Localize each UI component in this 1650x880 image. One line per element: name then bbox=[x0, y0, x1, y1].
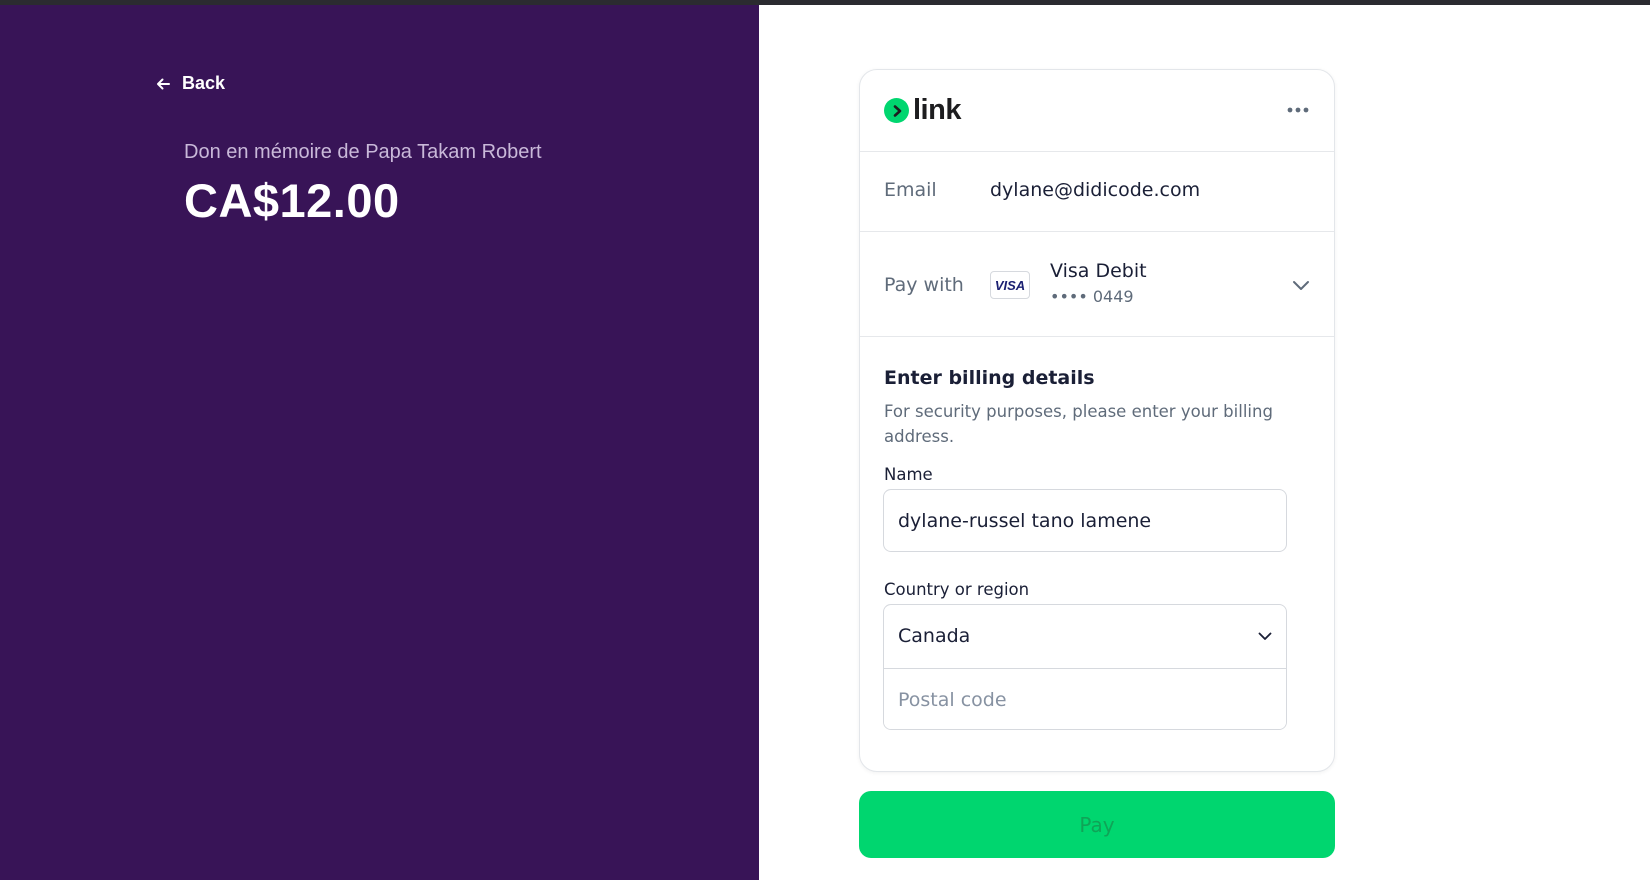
name-input[interactable] bbox=[883, 489, 1287, 552]
card-last4: •••• 0449 bbox=[1050, 287, 1134, 306]
country-label: Country or region bbox=[884, 580, 1030, 599]
pay-button[interactable]: Pay bbox=[859, 791, 1335, 858]
name-label: Name bbox=[884, 465, 933, 484]
pay-with-label: Pay with bbox=[884, 274, 964, 296]
donation-title: Don en mémoire de Papa Takam Robert bbox=[184, 141, 542, 163]
link-chevron-icon bbox=[884, 98, 909, 123]
link-card-header: link bbox=[860, 70, 1334, 152]
ellipsis-icon bbox=[1287, 107, 1309, 113]
billing-title: Enter billing details bbox=[884, 367, 1095, 389]
link-logo: link bbox=[884, 96, 961, 125]
link-logo-text: link bbox=[913, 94, 961, 126]
chevron-down-icon bbox=[1293, 281, 1309, 290]
postal-code-input[interactable] bbox=[884, 669, 1286, 729]
card-brand: Visa Debit bbox=[1050, 260, 1147, 282]
email-row: Email dylane@didicode.com bbox=[860, 152, 1334, 232]
back-button[interactable]: Back bbox=[154, 73, 225, 94]
billing-description: For security purposes, please enter your… bbox=[884, 402, 1273, 446]
order-summary-panel: Back Don en mémoire de Papa Takam Robert… bbox=[0, 5, 759, 880]
back-label: Back bbox=[182, 73, 226, 93]
link-payment-card: link Email dylane@didicode.com Pay with … bbox=[859, 69, 1335, 772]
total-amount: CA$12.00 bbox=[184, 174, 400, 227]
email-value: dylane@didicode.com bbox=[990, 179, 1201, 201]
payment-method-selector[interactable]: Pay with VISA Visa Debit •••• 0449 bbox=[860, 232, 1334, 337]
visa-card-icon: VISA bbox=[990, 271, 1030, 299]
more-options-button[interactable] bbox=[1286, 98, 1310, 122]
chevron-down-icon bbox=[1258, 632, 1272, 640]
country-select[interactable]: Canada bbox=[884, 605, 1286, 669]
email-label: Email bbox=[884, 179, 937, 201]
country-value: Canada bbox=[898, 625, 971, 647]
address-field-group: Canada bbox=[883, 604, 1287, 730]
payment-panel: link Email dylane@didicode.com Pay with … bbox=[759, 5, 1650, 880]
arrow-left-icon bbox=[157, 78, 170, 89]
